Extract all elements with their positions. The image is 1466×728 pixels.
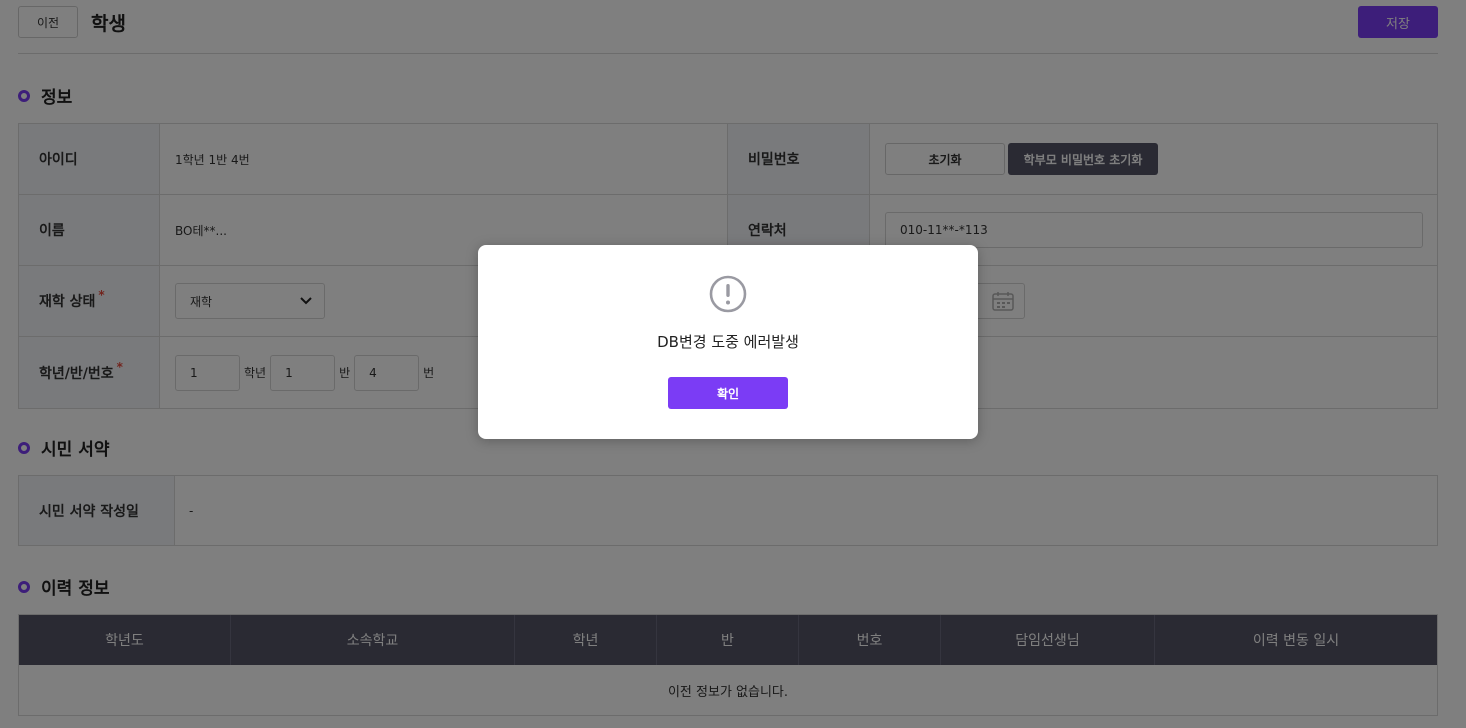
exclamation-circle-icon — [709, 275, 747, 313]
dialog-message: DB변경 도중 에러발생 — [657, 333, 799, 351]
confirm-button[interactable]: 확인 — [668, 377, 788, 409]
error-dialog: DB변경 도중 에러발생 확인 — [478, 245, 978, 439]
